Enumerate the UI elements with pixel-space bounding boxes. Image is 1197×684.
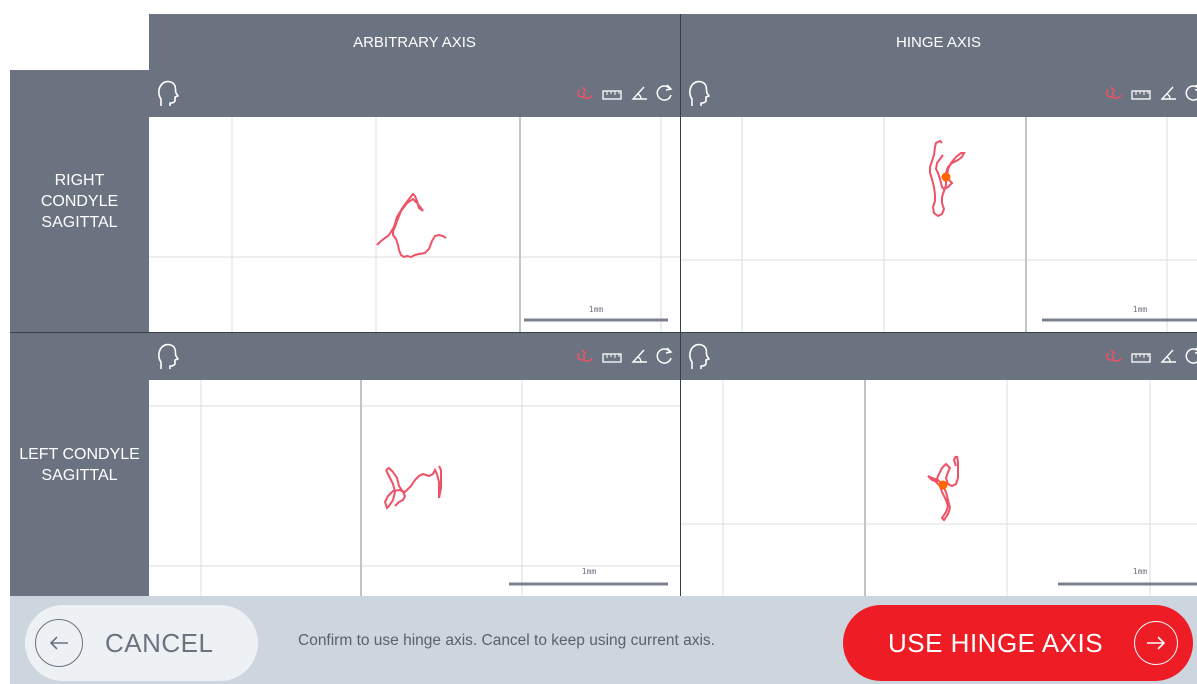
head-profile-icon[interactable] <box>688 79 710 114</box>
movement-trace <box>376 192 447 259</box>
reset-icon[interactable] <box>1185 347 1197 370</box>
column-divider <box>680 14 681 596</box>
panel-left-arbitrary[interactable]: 1mm <box>149 333 680 596</box>
panel-toolbar <box>149 333 680 380</box>
use-hinge-axis-label: USE HINGE AXIS <box>888 627 1104 658</box>
trace-plot: 1mm <box>149 380 680 596</box>
reset-icon[interactable] <box>1185 84 1197 107</box>
confirm-message: Confirm to use hinge axis. Cancel to kee… <box>298 632 715 649</box>
row-divider <box>10 332 1197 333</box>
angle-icon[interactable] <box>630 348 648 369</box>
column-header-label: HINGE AXIS <box>895 33 982 51</box>
row-header-right-condyle: RIGHT CONDYLE SAGITTAL <box>10 70 149 332</box>
hinge-point <box>941 172 951 182</box>
ruler-icon[interactable] <box>602 350 622 368</box>
trace-pen-icon[interactable] <box>1105 85 1123 106</box>
scale-label: 1mm <box>582 567 597 576</box>
column-header-arbitrary-axis: ARBITRARY AXIS <box>149 14 680 70</box>
ruler-icon[interactable] <box>602 87 622 105</box>
confirm-bar: CANCEL Confirm to use hinge axis. Cancel… <box>10 596 1197 684</box>
hinge-point <box>938 480 948 490</box>
column-header-hinge-axis: HINGE AXIS <box>680 14 1197 70</box>
trace-plot: 1mm <box>680 380 1197 596</box>
trace-pen-icon[interactable] <box>1105 348 1123 369</box>
row-header-left-condyle: LEFT CONDYLE SAGITTAL <box>10 333 149 596</box>
angle-icon[interactable] <box>630 85 648 106</box>
panel-left-hinge[interactable]: 1mm <box>680 333 1197 596</box>
ruler-icon[interactable] <box>1131 350 1151 368</box>
angle-icon[interactable] <box>1159 85 1177 106</box>
scale-label: 1mm <box>1133 567 1148 576</box>
axis-comparison-grid: ARBITRARY AXIS HINGE AXIS RIGHT CONDYLE … <box>10 14 1197 684</box>
column-header-label: ARBITRARY AXIS <box>353 33 476 51</box>
grid-corner <box>10 14 149 70</box>
row-header-label: RIGHT CONDYLE SAGITTAL <box>40 171 119 231</box>
trace-plot: 1mm <box>680 117 1197 332</box>
arrow-right-icon <box>1134 621 1178 665</box>
row-header-label: LEFT CONDYLE SAGITTAL <box>19 445 140 484</box>
head-profile-icon[interactable] <box>157 342 179 377</box>
panel-toolbar <box>149 70 680 117</box>
trace-pen-icon[interactable] <box>576 348 594 369</box>
panel-right-hinge[interactable]: 1mm <box>680 70 1197 332</box>
panel-right-arbitrary[interactable]: 1mm <box>149 70 680 332</box>
reset-icon[interactable] <box>656 347 674 370</box>
scale-label: 1mm <box>1133 305 1148 314</box>
angle-icon[interactable] <box>1159 348 1177 369</box>
cancel-button[interactable]: CANCEL <box>25 605 258 681</box>
scale-label: 1mm <box>589 305 604 314</box>
cancel-label: CANCEL <box>105 627 214 658</box>
head-profile-icon[interactable] <box>157 79 179 114</box>
use-hinge-axis-button[interactable]: USE HINGE AXIS <box>843 605 1193 681</box>
arrow-left-icon <box>35 619 83 667</box>
trace-plot: 1mm <box>149 117 680 332</box>
panel-toolbar <box>680 333 1197 380</box>
ruler-icon[interactable] <box>1131 87 1151 105</box>
movement-trace <box>383 465 442 510</box>
panel-toolbar <box>680 70 1197 117</box>
trace-pen-icon[interactable] <box>576 85 594 106</box>
head-profile-icon[interactable] <box>688 342 710 377</box>
reset-icon[interactable] <box>656 84 674 107</box>
